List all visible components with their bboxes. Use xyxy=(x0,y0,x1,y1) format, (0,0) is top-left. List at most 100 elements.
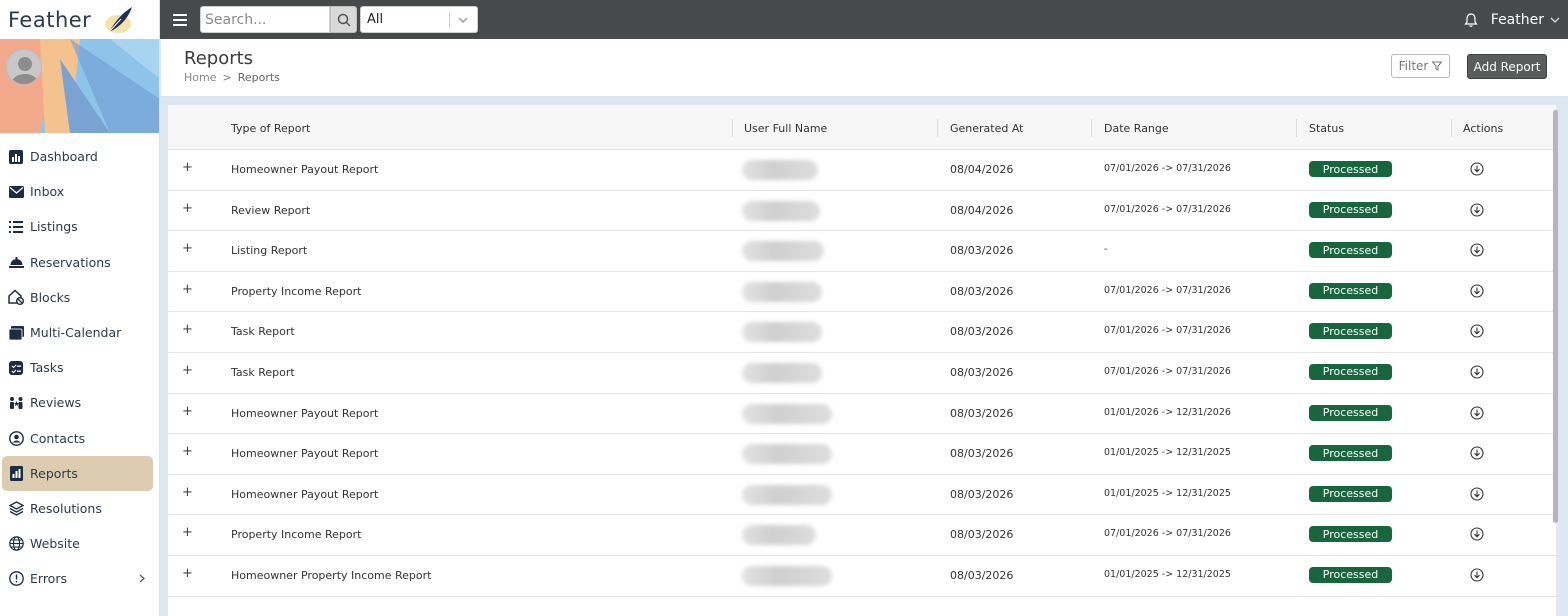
expand-row-button[interactable]: + xyxy=(182,525,193,540)
globe-icon xyxy=(8,536,24,552)
table-scrollbar[interactable] xyxy=(1553,110,1558,523)
download-icon[interactable] xyxy=(1470,324,1484,338)
layers-icon xyxy=(8,500,24,516)
tasks-icon xyxy=(8,360,24,376)
search-button[interactable] xyxy=(330,6,357,33)
sidebar-item-reservations[interactable]: Reservations xyxy=(0,245,153,280)
table-row[interactable]: + Homeowner Payout Report 08/03/2026 01/01/… xyxy=(168,475,1556,516)
reviews-icon xyxy=(8,395,24,411)
table-body: + Homeowner Payout Report 08/04/2026 07/01/… xyxy=(168,150,1556,597)
filter-funnel-icon xyxy=(1432,61,1443,71)
status-badge: Processed xyxy=(1309,566,1392,583)
sidebar-item-multi-calendar[interactable]: Multi-Calendar xyxy=(0,315,153,350)
table-row[interactable]: + Homeowner Payout Report 08/03/2026 01/01/… xyxy=(168,394,1556,435)
menu-toggle-icon[interactable] xyxy=(160,0,200,39)
cell-user-redacted xyxy=(742,362,822,383)
download-icon[interactable] xyxy=(1470,446,1484,460)
search-input[interactable] xyxy=(200,6,330,33)
status-badge: Processed xyxy=(1309,363,1392,380)
cell-type: Property Income Report xyxy=(231,284,362,298)
download-icon[interactable] xyxy=(1470,243,1484,257)
avatar[interactable] xyxy=(6,49,42,85)
user-chevron-down-icon[interactable] xyxy=(1550,16,1560,24)
sidebar-item-tasks[interactable]: Tasks xyxy=(0,350,153,385)
expand-row-button[interactable]: + xyxy=(182,322,193,337)
table-row[interactable]: + Task Report 08/03/2026 07/01/2026 -> 07/3… xyxy=(168,312,1556,353)
sidebar-item-listings[interactable]: Listings xyxy=(0,209,153,244)
download-icon[interactable] xyxy=(1470,487,1484,501)
cell-generated: 08/03/2026 xyxy=(950,244,1014,258)
table-row[interactable]: + Listing Report 08/03/2026 - Processed xyxy=(168,231,1556,272)
expand-row-button[interactable]: + xyxy=(182,160,193,175)
user-menu[interactable]: Feather xyxy=(1491,12,1544,28)
col-user[interactable]: User Full Name xyxy=(744,122,827,135)
cell-generated: 08/03/2026 xyxy=(950,325,1014,339)
brand[interactable]: Feather xyxy=(0,0,159,39)
download-icon[interactable] xyxy=(1470,406,1484,420)
download-icon[interactable] xyxy=(1470,365,1484,379)
expand-row-button[interactable]: + xyxy=(182,201,193,216)
col-generated[interactable]: Generated At xyxy=(950,122,1024,135)
download-icon[interactable] xyxy=(1470,568,1484,582)
breadcrumb-current: Reports xyxy=(237,71,280,84)
add-report-button[interactable]: Add Report xyxy=(1467,54,1547,79)
sidebar-item-label: Reservations xyxy=(30,254,111,270)
sidebar-item-website[interactable]: Website xyxy=(0,526,153,561)
table-row[interactable]: + Homeowner Payout Report 08/04/2026 07/01/… xyxy=(168,150,1556,191)
cell-daterange: 07/01/2026 -> 07/31/2026 xyxy=(1104,365,1231,377)
download-icon[interactable] xyxy=(1470,284,1484,298)
cell-type: Task Report xyxy=(231,325,295,339)
search-icon xyxy=(337,13,351,27)
sidebar-item-dashboard[interactable]: Dashboard xyxy=(0,139,153,174)
cell-generated: 08/03/2026 xyxy=(950,568,1014,582)
error-icon xyxy=(8,571,24,587)
table-row[interactable]: + Review Report 08/04/2026 07/01/2026 -> 07… xyxy=(168,191,1556,232)
expand-row-button[interactable]: + xyxy=(182,404,193,419)
expand-row-button[interactable]: + xyxy=(182,444,193,459)
expand-row-button[interactable]: + xyxy=(182,282,193,297)
table-row[interactable]: + Homeowner Property Income Report 08/03/2… xyxy=(168,556,1556,597)
sidebar-item-errors[interactable]: Errors xyxy=(0,561,153,596)
expand-row-button[interactable]: + xyxy=(182,241,193,256)
chevron-down-icon xyxy=(458,17,468,23)
col-type[interactable]: Type of Report xyxy=(231,122,310,135)
status-badge: Processed xyxy=(1309,404,1392,421)
sidebar-item-reviews[interactable]: Reviews xyxy=(0,385,153,420)
status-badge: Processed xyxy=(1309,201,1392,218)
sidebar-item-label: Resolutions xyxy=(30,500,102,516)
cell-user-redacted xyxy=(742,160,818,180)
download-icon[interactable] xyxy=(1470,527,1484,541)
sidebar-item-resolutions[interactable]: Resolutions xyxy=(0,491,153,526)
cell-generated: 08/03/2026 xyxy=(950,365,1014,379)
list-icon xyxy=(8,219,24,235)
table-row[interactable]: + Property Income Report 08/03/2026 07/01/2… xyxy=(168,272,1556,313)
table-row[interactable]: + Property Income Report 08/03/2026 07/01/2… xyxy=(168,515,1556,556)
table-row[interactable]: + Task Report 08/03/2026 07/01/2026 -> 07/3… xyxy=(168,353,1556,394)
table-row[interactable]: + Homeowner Payout Report 08/03/2026 01/01/… xyxy=(168,434,1556,475)
expand-row-button[interactable]: + xyxy=(182,363,193,378)
select-divider xyxy=(449,12,450,28)
status-badge: Processed xyxy=(1309,282,1392,299)
sidebar-item-reports[interactable]: Reports xyxy=(2,455,153,491)
notification-bell-icon[interactable] xyxy=(1463,12,1479,28)
download-icon[interactable] xyxy=(1470,203,1484,217)
sidebar-item-inbox[interactable]: Inbox xyxy=(0,174,153,209)
sidebar: Feather Dashboard Inbox Listings Reservatio… xyxy=(0,0,160,616)
expand-row-button[interactable]: + xyxy=(182,485,193,500)
col-status[interactable]: Status xyxy=(1309,122,1344,135)
download-icon[interactable] xyxy=(1470,162,1484,176)
filter-button[interactable]: Filter xyxy=(1391,54,1450,78)
breadcrumb-home[interactable]: Home xyxy=(184,71,216,84)
cell-generated: 08/03/2026 xyxy=(950,447,1014,461)
col-daterange[interactable]: Date Range xyxy=(1104,122,1169,135)
user-area: Feather xyxy=(1463,0,1568,39)
sidebar-item-contacts[interactable]: Contacts xyxy=(0,421,153,456)
reports-table: Type of Report User Full Name Generated … xyxy=(168,105,1556,616)
expand-row-button[interactable]: + xyxy=(182,566,193,581)
col-divider xyxy=(1296,119,1297,137)
sidebar-item-label: Reviews xyxy=(30,395,82,411)
feather-logo-icon xyxy=(105,6,133,33)
search-scope-select[interactable]: All xyxy=(360,6,478,33)
sidebar-item-blocks[interactable]: Blocks xyxy=(0,280,153,315)
cell-generated: 08/03/2026 xyxy=(950,528,1014,542)
